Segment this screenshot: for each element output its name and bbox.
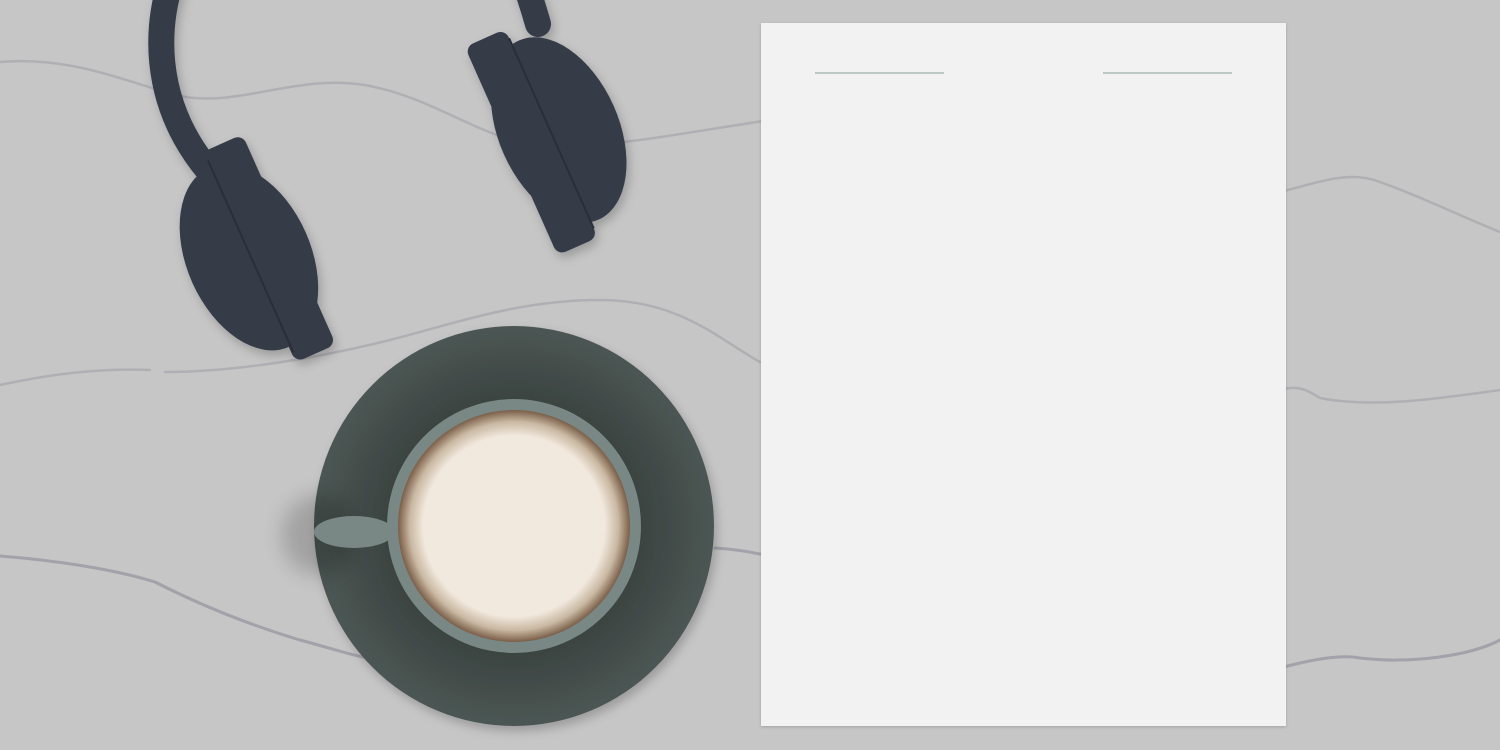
paper-header-rule-right <box>1103 72 1232 74</box>
desk-scene <box>0 0 1500 750</box>
blank-paper-sheet <box>761 23 1286 726</box>
cup-handle <box>314 516 394 548</box>
coffee-foam <box>398 410 630 642</box>
paper-header-rule-left <box>815 72 944 74</box>
